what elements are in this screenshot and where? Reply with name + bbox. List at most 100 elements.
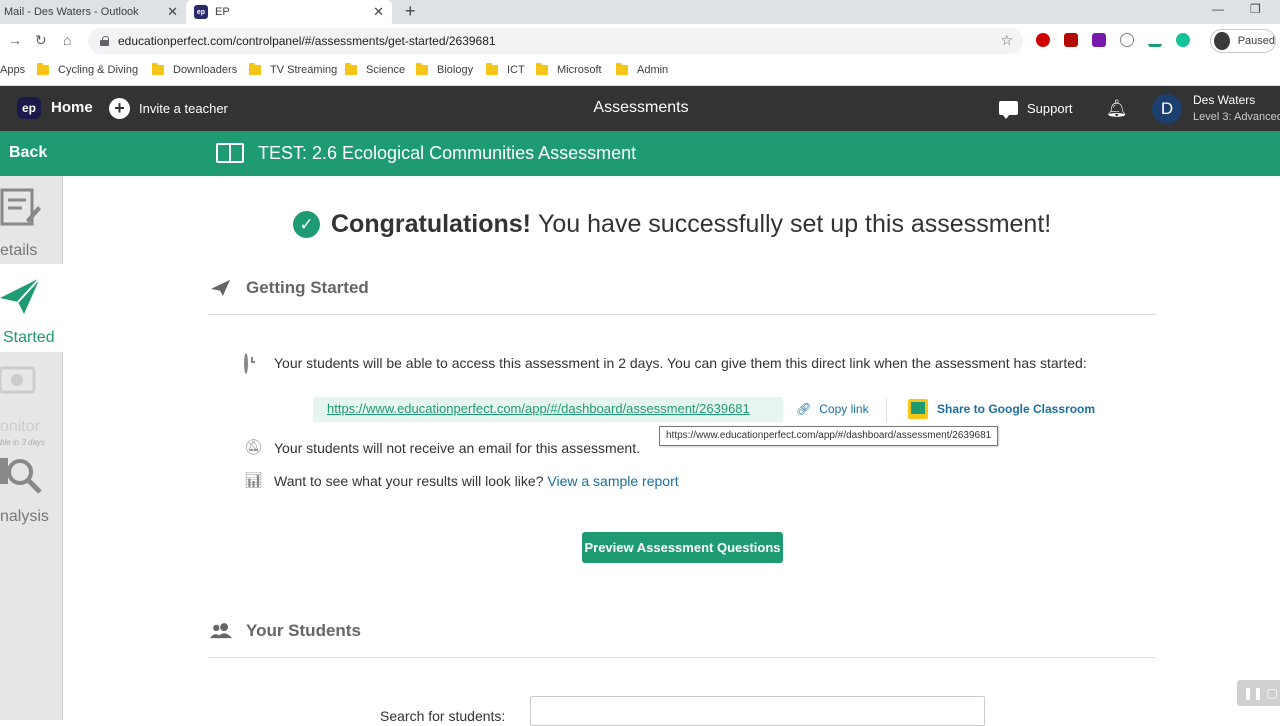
pdf-extension-icon[interactable] xyxy=(1064,33,1078,47)
clock-icon xyxy=(244,353,262,374)
assessment-title-bar: Back TEST: 2.6 Ecological Communities As… xyxy=(0,131,1280,176)
direct-link[interactable]: https://www.educationperfect.com/app/#/d… xyxy=(313,397,783,422)
page-title: Assessments xyxy=(593,99,689,116)
bookmark-science[interactable]: Science xyxy=(345,63,405,76)
paper-plane-icon xyxy=(0,277,41,314)
chart-extension-icon[interactable] xyxy=(1148,33,1162,47)
url-text: educationperfect.com/controlpanel/#/asse… xyxy=(118,34,496,48)
folder-icon xyxy=(249,63,261,75)
check-circle-icon: ✓ xyxy=(293,211,320,238)
invite-teacher-link[interactable]: Invite a teacher xyxy=(139,101,228,116)
restore-icon[interactable]: ❐ xyxy=(1250,2,1261,16)
folder-icon xyxy=(416,63,428,75)
divider xyxy=(209,657,1156,658)
access-text: Your students will be able to access thi… xyxy=(274,355,1087,371)
eye-icon xyxy=(0,366,36,394)
grammarly-extension-icon[interactable] xyxy=(1176,33,1190,47)
bookmark-star-icon[interactable]: ☆ xyxy=(1000,32,1013,49)
success-text: You have successfully set up this assess… xyxy=(538,210,1052,238)
support-link[interactable]: Support xyxy=(1027,101,1073,116)
profile-avatar xyxy=(1214,32,1230,50)
bookmark-cycling-diving[interactable]: Cycling & Diving xyxy=(37,63,138,76)
lock-icon xyxy=(100,36,109,46)
divider xyxy=(209,314,1156,315)
folder-icon xyxy=(345,63,357,75)
tab-outlook[interactable]: Mail - Des Waters - Outlook ✕ xyxy=(0,0,186,24)
google-classroom-icon xyxy=(908,399,928,419)
email-text: Your students will not receive an email … xyxy=(274,440,640,456)
chat-bubble-icon[interactable] xyxy=(999,101,1018,119)
users-icon xyxy=(210,623,232,639)
bell-off-icon: 🔕︎ xyxy=(244,439,264,456)
google-classroom-label: Share to Google Classroom xyxy=(937,402,1096,416)
help-extension-icon[interactable] xyxy=(1120,33,1134,47)
sidebar-item-label: Started xyxy=(3,329,55,346)
tab-label: Mail - Des Waters - Outlook xyxy=(4,6,139,18)
assessment-sidebar: etails Started onitor ble in 3 days naly… xyxy=(0,176,63,720)
getting-started-heading: Getting Started xyxy=(210,278,369,298)
access-info: Your students will be able to access thi… xyxy=(244,353,1124,390)
bookmark-biology[interactable]: Biology xyxy=(416,63,473,76)
section-title: Getting Started xyxy=(246,278,369,297)
back-button[interactable]: Back xyxy=(9,144,47,162)
bookmark-apps[interactable]: Apps xyxy=(0,64,25,76)
sidebar-item-monitor[interactable]: onitor ble in 3 days xyxy=(0,352,63,447)
sidebar-item-details[interactable]: etails xyxy=(0,176,63,264)
bookmark-downloaders[interactable]: Downloaders xyxy=(152,63,237,76)
magnifier-chart-icon xyxy=(0,458,42,494)
onenote-extension-icon[interactable] xyxy=(1092,33,1106,47)
bookmark-microsoft[interactable]: Microsoft xyxy=(536,63,602,76)
success-message: ✓ Congratulations! You have successfully… xyxy=(293,210,1051,239)
user-name[interactable]: Des Waters xyxy=(1193,93,1255,107)
plus-circle-icon[interactable]: + xyxy=(109,98,130,119)
bookmark-tv-streaming[interactable]: TV Streaming xyxy=(249,63,337,76)
edit-document-icon xyxy=(0,188,41,226)
folder-icon xyxy=(486,63,498,75)
profile-button[interactable]: Paused xyxy=(1210,29,1276,53)
reload-icon[interactable]: ↻ xyxy=(35,32,47,49)
app-header: ep Home + Invite a teacher Assessments S… xyxy=(0,86,1280,131)
folder-icon xyxy=(536,63,548,75)
paper-plane-icon xyxy=(211,279,230,297)
tab-ep[interactable]: ep EP ✕ xyxy=(186,0,392,24)
assessment-title: TEST: 2.6 Ecological Communities Assessm… xyxy=(258,143,637,163)
new-tab-icon[interactable]: + xyxy=(405,0,416,22)
close-icon[interactable]: ✕ xyxy=(373,4,384,20)
bookmarks-bar: Apps Cycling & Diving Downloaders TV Str… xyxy=(0,58,1280,86)
avatar[interactable]: D xyxy=(1152,94,1182,124)
student-search-input[interactable] xyxy=(530,696,985,726)
user-level: Level 3: Advanced xyxy=(1193,111,1280,123)
link-icon: 🔗︎ xyxy=(796,402,812,416)
bookmark-admin[interactable]: Admin xyxy=(616,63,668,76)
search-label: Search for students: xyxy=(380,708,506,724)
minimize-icon[interactable]: — xyxy=(1212,2,1224,16)
open-book-icon xyxy=(216,143,244,163)
sidebar-item-analysis[interactable]: nalysis xyxy=(0,444,63,534)
section-title: Your Students xyxy=(246,621,361,640)
folder-icon xyxy=(37,63,49,75)
close-icon[interactable]: ✕ xyxy=(167,4,178,20)
copy-link-label: Copy link xyxy=(819,402,869,416)
ep-logo-icon[interactable]: ep xyxy=(17,97,41,119)
link-tooltip: https://www.educationperfect.com/app/#/d… xyxy=(659,426,999,446)
bookmark-ict[interactable]: ICT xyxy=(486,63,525,76)
home-link[interactable]: Home xyxy=(51,99,93,116)
pause-overlay-icon[interactable]: ❚❚ ▢ xyxy=(1237,680,1280,706)
sidebar-item-getting-started[interactable]: Started xyxy=(0,264,63,352)
preview-questions-button[interactable]: Preview Assessment Questions xyxy=(582,532,783,563)
copy-link-button[interactable]: 🔗︎ Copy link xyxy=(796,402,869,416)
bell-icon[interactable]: 🔔︎ xyxy=(1106,99,1128,119)
home-icon[interactable]: ⌂ xyxy=(63,32,71,48)
opera-extension-icon[interactable] xyxy=(1036,33,1050,47)
sidebar-item-label: nalysis xyxy=(0,508,49,525)
google-classroom-button[interactable]: Share to Google Classroom xyxy=(908,399,1095,419)
address-bar[interactable]: educationperfect.com/controlpanel/#/asse… xyxy=(88,28,1023,54)
profile-status: Paused xyxy=(1237,35,1275,47)
folder-icon xyxy=(152,63,164,75)
sample-report-link[interactable]: View a sample report xyxy=(547,473,678,489)
your-students-heading: Your Students xyxy=(210,621,361,641)
sample-info: 📊︎ Want to see what your results will lo… xyxy=(244,472,844,492)
forward-arrow-icon[interactable]: → xyxy=(8,32,22,48)
folder-icon xyxy=(616,63,628,75)
browser-tab-strip: Mail - Des Waters - Outlook ✕ ep EP ✕ + … xyxy=(0,0,1280,24)
